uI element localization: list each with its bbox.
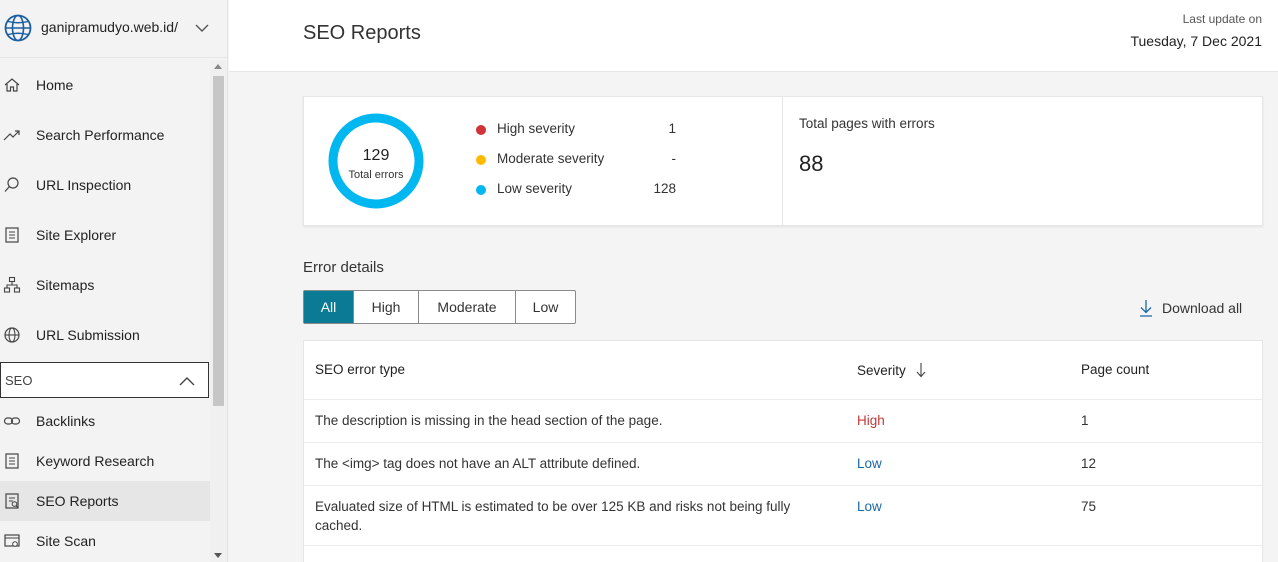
search-icon	[4, 177, 19, 192]
globe-icon	[4, 327, 20, 343]
table-row[interactable]: Evaluated size of HTML is estimated to b…	[304, 485, 1262, 545]
sidebar-scrollbar[interactable]	[210, 60, 227, 562]
sidebar-item-label: Keyword Research	[36, 453, 155, 469]
summary-card: 129 Total errors High severity 1 Moderat…	[303, 96, 1263, 227]
document-icon	[5, 227, 19, 243]
sidebar-item-label: SEO Reports	[36, 493, 119, 509]
severity-dot	[476, 155, 486, 165]
severity-filter: All High Moderate Low	[303, 290, 576, 324]
sidebar-item-label: Search Performance	[36, 127, 165, 143]
cell-error-type: The description is missing in the head s…	[315, 413, 663, 428]
summary-divider	[782, 97, 783, 227]
severity-row-low: Low severity 128	[476, 180, 676, 200]
cell-error-type: The <img> tag does not have an ALT attri…	[315, 456, 641, 471]
total-errors-label: Total errors	[348, 169, 404, 181]
total-pages-value: 88	[799, 151, 824, 176]
filter-low-button[interactable]: Low	[516, 291, 575, 323]
table-row[interactable]	[304, 545, 1262, 562]
sidebar: ganipramudyo.web.id/ Home Search Perform…	[0, 0, 228, 562]
scroll-down-arrow-icon[interactable]	[214, 553, 222, 558]
sidebar-item-label: Backlinks	[36, 413, 96, 429]
sidebar-item-site-explorer[interactable]: Site Explorer	[0, 215, 210, 255]
sidebar-item-label: URL Inspection	[36, 177, 132, 193]
sidebar-item-seo-reports[interactable]: SEO Reports	[0, 481, 210, 521]
sidebar-group-seo[interactable]: SEO	[0, 362, 209, 398]
download-all-button[interactable]: Download all	[1138, 298, 1242, 318]
cell-error-type-line2: cached.	[315, 518, 363, 533]
column-header-type[interactable]: SEO error type	[315, 362, 405, 377]
sidebar-item-url-submission[interactable]: URL Submission	[0, 315, 210, 355]
sort-descending-icon	[916, 363, 925, 378]
cell-page-count: 75	[1081, 499, 1097, 514]
page-title: SEO Reports	[303, 22, 421, 44]
severity-value: 1	[668, 121, 676, 136]
trend-icon	[3, 130, 20, 141]
sidebar-item-label: Sitemaps	[36, 277, 95, 293]
sidebar-item-label: Site Explorer	[36, 227, 117, 243]
last-update-date: Tuesday, 7 Dec 2021	[1130, 33, 1262, 49]
cell-page-count: 1	[1081, 413, 1089, 428]
severity-label: High severity	[497, 121, 576, 136]
severity-row-high: High severity 1	[476, 120, 676, 140]
download-icon	[1140, 300, 1152, 317]
sidebar-item-label: Site Scan	[36, 533, 96, 549]
severity-row-moderate: Moderate severity -	[476, 150, 676, 170]
cell-severity: High	[857, 413, 885, 428]
cell-error-type: Evaluated size of HTML is estimated to b…	[315, 499, 791, 514]
total-pages-label: Total pages with errors	[799, 116, 935, 131]
globe-icon	[4, 14, 32, 42]
sidebar-item-home[interactable]: Home	[0, 65, 210, 105]
filter-all-button[interactable]: All	[304, 291, 354, 323]
severity-value: 128	[653, 181, 676, 196]
scrollbar-thumb[interactable]	[213, 76, 224, 406]
seo-errors-table: SEO error type Severity Page count The d…	[303, 340, 1263, 562]
cell-page-count: 12	[1081, 456, 1097, 471]
sidebar-item-search-performance[interactable]: Search Performance	[0, 115, 210, 155]
page-header: SEO Reports Last update on Tuesday, 7 De…	[229, 0, 1278, 72]
sitemap-icon	[3, 276, 21, 293]
cell-severity: Low	[857, 499, 882, 514]
sidebar-group-label: SEO	[5, 372, 33, 388]
sidebar-item-label: URL Submission	[36, 327, 140, 343]
report-icon	[5, 493, 19, 509]
severity-label: Low severity	[497, 181, 573, 196]
table-row[interactable]: The <img> tag does not have an ALT attri…	[304, 442, 1262, 485]
column-header-severity-label: Severity	[857, 363, 906, 378]
link-icon	[3, 417, 21, 425]
sidebar-item-keyword-research[interactable]: Keyword Research	[0, 441, 210, 481]
severity-value: -	[671, 151, 677, 166]
severity-dot	[476, 125, 486, 135]
chevron-down-icon	[195, 24, 209, 32]
cell-severity: Low	[857, 456, 882, 471]
column-header-severity[interactable]: Severity	[857, 362, 926, 378]
sidebar-item-backlinks[interactable]: Backlinks	[0, 401, 210, 441]
download-all-label: Download all	[1162, 300, 1243, 316]
column-header-count[interactable]: Page count	[1081, 362, 1149, 377]
sidebar-item-sitemaps[interactable]: Sitemaps	[0, 265, 210, 305]
table-row[interactable]: The description is missing in the head s…	[304, 399, 1262, 442]
chevron-up-icon	[179, 377, 195, 386]
site-selector[interactable]: ganipramudyo.web.id/	[0, 0, 227, 58]
error-details-title: Error details	[303, 259, 384, 276]
total-errors-value: 129	[362, 147, 390, 164]
scroll-up-arrow-icon[interactable]	[214, 64, 222, 69]
home-icon	[4, 78, 20, 92]
filter-high-button[interactable]: High	[354, 291, 419, 323]
sidebar-item-site-scan[interactable]: Site Scan	[0, 521, 210, 561]
severity-label: Moderate severity	[497, 151, 605, 166]
severity-dot	[476, 185, 486, 195]
site-name: ganipramudyo.web.id/	[41, 19, 178, 35]
sidebar-item-url-inspection[interactable]: URL Inspection	[0, 165, 210, 205]
filter-moderate-button[interactable]: Moderate	[419, 291, 516, 323]
sidebar-item-label: Home	[36, 77, 74, 93]
scan-icon	[4, 534, 20, 547]
last-update-label: Last update on	[1182, 12, 1262, 26]
document-icon	[5, 453, 19, 469]
